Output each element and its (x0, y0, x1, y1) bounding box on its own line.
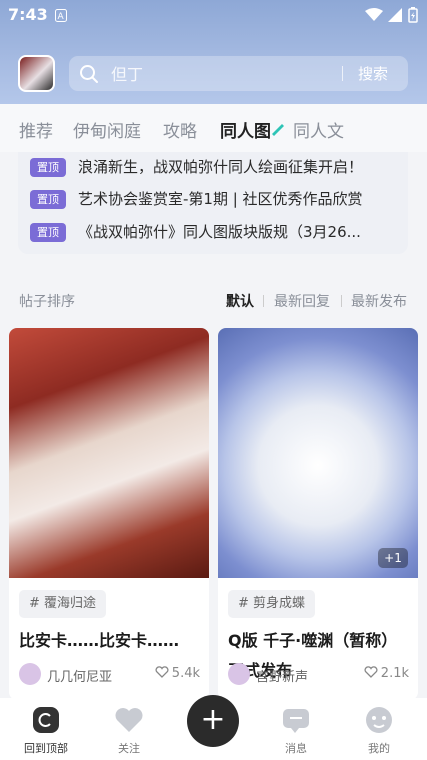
search-bar: 搜索 (69, 56, 408, 91)
search-divider (342, 66, 343, 81)
tab-eden-garden[interactable]: 伊甸闲庭 (73, 117, 141, 142)
heart-outline-icon (364, 666, 378, 678)
pinned-notice-item[interactable]: 置顶 《战双帕弥什》同人图版块版规（3月26... (30, 221, 400, 243)
notice-text: 浪涌新生，战双帕弥什同人绘画征集开启！ (78, 158, 364, 176)
like-count[interactable]: 5.4k (155, 666, 200, 681)
nav-label: 关注 (118, 742, 140, 755)
post-topic-tag[interactable]: # 剪身成蝶 (228, 590, 316, 618)
profile-icon (366, 707, 392, 733)
nav-messages[interactable]: 消息 (266, 704, 326, 755)
post-topic-tag[interactable]: # 覆海归途 (19, 590, 107, 618)
pinned-notice-item[interactable]: 置顶 艺术协会鉴赏室-第1期 | 社区优秀作品欣赏 (30, 188, 400, 210)
battery-icon (408, 7, 418, 27)
post-card[interactable]: # 覆海归途 比安卡……比安卡…… 几几何尼亚 5.4k (9, 328, 209, 700)
pinned-badge: 置顶 (30, 223, 66, 242)
user-avatar[interactable] (18, 55, 55, 92)
nav-profile[interactable]: 我的 (349, 704, 409, 755)
tab-recommend[interactable]: 推荐 (19, 117, 53, 142)
search-button[interactable]: 搜索 (358, 63, 388, 84)
sort-label: 帖子排序 (19, 294, 75, 310)
category-tabs: 推荐 伊甸闲庭 攻略 同人图 同人文 (0, 104, 427, 152)
extra-images-badge: +1 (378, 548, 408, 568)
nav-label: 消息 (285, 742, 307, 755)
status-bar: 7:43 A (0, 0, 427, 30)
svg-text:A: A (58, 12, 65, 22)
signal-icon (388, 7, 402, 26)
author-name[interactable]: 宫野新声 (256, 666, 308, 685)
notification-icon: A (55, 7, 67, 26)
wifi-icon (365, 7, 383, 26)
tab-fan-art[interactable]: 同人图 (220, 117, 271, 142)
search-icon (79, 64, 99, 88)
author-name[interactable]: 几几何尼亚 (47, 666, 112, 685)
active-tab-marker-icon (270, 121, 284, 140)
create-post-button[interactable]: + (187, 695, 239, 747)
nav-label: 回到顶部 (24, 742, 68, 755)
post-author-row: 宫野新声 2.1k (228, 662, 413, 686)
sort-bar: 帖子排序 默认 最新回复 最新发布 (0, 286, 427, 316)
post-author-row: 几几何尼亚 5.4k (19, 662, 204, 686)
search-input[interactable] (109, 62, 329, 86)
message-icon (283, 709, 309, 733)
author-avatar[interactable] (19, 663, 41, 685)
post-title[interactable]: 比安卡……比安卡…… (19, 626, 204, 656)
sort-latest-post[interactable]: 最新发布 (351, 291, 407, 311)
pinned-notice-item[interactable]: 置顶 浪涌新生，战双帕弥什同人绘画征集开启！ (30, 156, 400, 178)
heart-icon (115, 708, 143, 732)
tab-fan-fiction[interactable]: 同人文 (293, 117, 344, 142)
sort-latest-reply[interactable]: 最新回复 (274, 291, 330, 311)
post-image[interactable] (218, 328, 418, 578)
post-image[interactable] (9, 328, 209, 578)
pinned-notices: 置顶 浪涌新生，战双帕弥什同人绘画征集开启！ 置顶 艺术协会鉴赏室-第1期 | … (18, 152, 408, 254)
heart-outline-icon (155, 666, 169, 678)
notice-text: 《战双帕弥什》同人图版块版规（3月26... (78, 223, 361, 241)
like-count-value: 2.1k (380, 666, 409, 681)
notice-text: 艺术协会鉴赏室-第1期 | 社区优秀作品欣赏 (78, 190, 363, 208)
like-count-value: 5.4k (171, 666, 200, 681)
nav-back-to-top[interactable]: 回到顶部 (16, 704, 76, 755)
status-time: 7:43 (8, 5, 48, 24)
sort-default[interactable]: 默认 (226, 291, 254, 311)
nav-label: 我的 (368, 742, 390, 755)
pinned-badge: 置顶 (30, 158, 66, 177)
like-count[interactable]: 2.1k (364, 666, 409, 681)
nav-follow[interactable]: 关注 (99, 704, 159, 755)
author-avatar[interactable] (228, 663, 250, 685)
plus-icon: + (200, 702, 226, 737)
sort-separator (263, 295, 264, 307)
tab-guides[interactable]: 攻略 (163, 117, 197, 142)
pinned-badge: 置顶 (30, 190, 66, 209)
sort-separator (341, 295, 342, 307)
post-card[interactable]: +1 # 剪身成蝶 Q版 千子·噬渊（暂称）正式发布 宫野新声 2.1k (218, 328, 418, 700)
refresh-icon (33, 707, 59, 733)
